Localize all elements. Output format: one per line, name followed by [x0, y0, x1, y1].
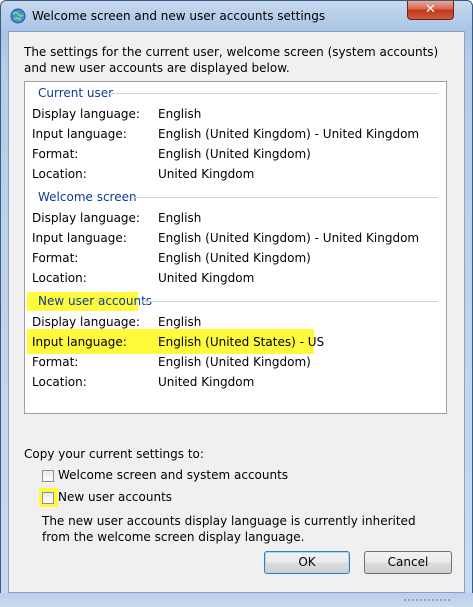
row-value: English (United Kingdom) - United Kingdo… — [158, 231, 420, 245]
row-value: English (United Kingdom) — [158, 147, 311, 161]
resize-grip-icon[interactable] — [402, 595, 462, 605]
row-label: Format: — [32, 147, 79, 161]
close-button[interactable]: ✕ — [407, 1, 454, 20]
new-user-accounts-checkbox[interactable] — [42, 492, 54, 504]
row-label: Display language: — [32, 107, 140, 121]
row-label: Input language: — [32, 127, 127, 141]
copy-settings-label: Copy your current settings to: — [24, 447, 204, 461]
section-divider — [132, 197, 438, 198]
row-label: Input language: — [32, 231, 127, 245]
section-divider — [142, 301, 438, 302]
row-value: English (United Kingdom) — [158, 355, 311, 369]
ok-button[interactable]: OK — [264, 551, 350, 574]
window-title: Welcome screen and new user accounts set… — [32, 9, 326, 23]
row-value: English — [158, 211, 202, 225]
row-value: English — [158, 315, 202, 329]
section-heading-new-user-accounts: New user accounts — [38, 294, 153, 308]
row-label: Format: — [32, 355, 79, 369]
row-label: Format: — [32, 251, 79, 265]
cancel-button[interactable]: Cancel — [364, 551, 452, 574]
row-label: Location: — [32, 167, 87, 181]
row-value: English (United Kingdom) - United Kingdo… — [158, 127, 420, 141]
row-value: United Kingdom — [158, 271, 255, 285]
globe-settings-icon — [10, 8, 26, 24]
row-value: English (United Kingdom) — [158, 251, 311, 265]
intro-text: The settings for the current user, welco… — [24, 45, 439, 75]
row-label: Input language: — [32, 335, 127, 349]
welcome-screen-checkbox-label[interactable]: Welcome screen and system accounts — [58, 468, 288, 482]
row-label: Location: — [32, 271, 87, 285]
row-label: Display language: — [32, 211, 140, 225]
welcome-screen-checkbox[interactable] — [42, 470, 54, 482]
section-divider — [108, 93, 438, 94]
row-value: United Kingdom — [158, 375, 255, 389]
new-user-accounts-checkbox-label[interactable]: New user accounts — [58, 490, 172, 504]
section-heading-current-user: Current user — [38, 86, 114, 100]
title-bar[interactable]: Welcome screen and new user accounts set… — [0, 0, 471, 34]
row-value: English (United States) - US — [158, 335, 325, 349]
row-label: Display language: — [32, 315, 140, 329]
close-icon: ✕ — [425, 2, 436, 17]
row-value: English — [158, 107, 202, 121]
row-value: United Kingdom — [158, 167, 255, 181]
section-heading-welcome-screen: Welcome screen — [38, 190, 137, 204]
row-label: Location: — [32, 375, 87, 389]
inheritance-note: The new user accounts display language i… — [42, 514, 416, 544]
